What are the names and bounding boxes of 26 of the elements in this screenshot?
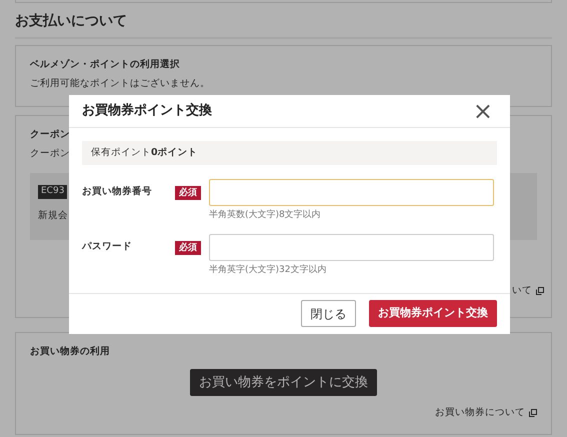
submit-button[interactable]: お買物券ポイント交換 bbox=[369, 300, 497, 327]
field-label: パスワード bbox=[82, 240, 133, 254]
required-badge: 必須 bbox=[175, 186, 201, 200]
field-label: お買い物券番号 bbox=[82, 184, 153, 199]
external-link-icon bbox=[529, 408, 537, 417]
page-heading: お支払いについて bbox=[15, 12, 552, 39]
external-link-icon bbox=[536, 287, 544, 296]
coupon-description: 新規会 bbox=[38, 208, 68, 223]
info-link[interactable]: いて bbox=[512, 284, 532, 298]
input-field[interactable] bbox=[209, 234, 494, 260]
input-field[interactable] bbox=[209, 179, 494, 206]
exchange-button[interactable]: お買い物券をポイントに交換 bbox=[190, 368, 377, 396]
section-title: クーポン bbox=[30, 128, 70, 142]
close-button[interactable]: × bbox=[468, 99, 497, 123]
info-text: クーポン bbox=[30, 146, 70, 161]
modal-title: お買物券ポイント交換 bbox=[82, 102, 212, 120]
info-text: ご利用可能なポイントはございません。 bbox=[30, 76, 211, 91]
section-title: お買い物券の利用 bbox=[30, 344, 111, 359]
coupon-code: EC93 bbox=[38, 185, 68, 199]
section-title: ベルメゾン・ポイントの利用選択 bbox=[30, 58, 181, 72]
info-link[interactable]: お買い物券について bbox=[435, 406, 525, 420]
required-badge: 必須 bbox=[175, 240, 201, 254]
close-button[interactable]: 閉じる bbox=[301, 300, 356, 327]
points-balance: 保有ポイント0ポイント bbox=[82, 141, 497, 165]
hint-text: 半角英字(大文字)32文字以内 bbox=[209, 264, 328, 276]
hint-text: 半角英数(大文字)8文字以内 bbox=[209, 209, 322, 222]
